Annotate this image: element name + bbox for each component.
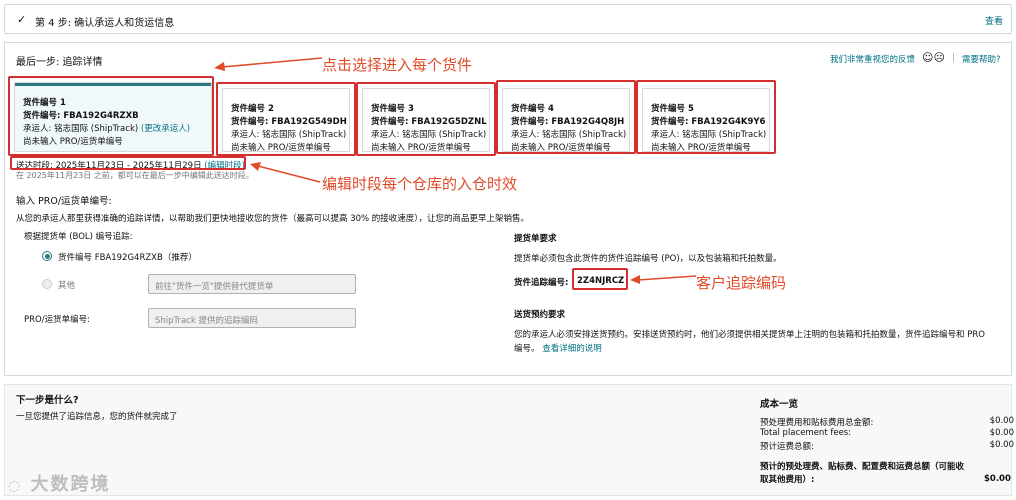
pro-number-input[interactable]: ShipTrack 提供的追踪编码 bbox=[148, 308, 356, 328]
appointment-heading: 送货预约要求 bbox=[514, 310, 566, 320]
annotation-box-card-5 bbox=[636, 80, 776, 154]
cost-total-value: $0.00 bbox=[984, 474, 1011, 484]
option-recommended-label: 货件编号 FBA192G4RZXB（推荐） bbox=[58, 253, 197, 263]
option-other-label: 其他 bbox=[58, 281, 76, 291]
other-bol-input[interactable]: 前往"货件一览"提供替代提货单 bbox=[148, 274, 356, 294]
delivery-note: 在 2025年11月23日 之前，都可以在最后一步中编辑此送达时段。 bbox=[16, 171, 254, 180]
annotation-box-card-1 bbox=[8, 76, 214, 156]
annotation-box-card-2 bbox=[216, 82, 356, 156]
instructions-link[interactable]: 查看详细的说明 bbox=[542, 344, 602, 354]
annotation-arrow-window bbox=[250, 162, 321, 183]
annotation-tracking-code: 客户追踪编码 bbox=[696, 274, 787, 292]
annotation-arrow-select bbox=[214, 57, 323, 71]
annotation-edit-window: 编辑时段每个仓库的入仓时效 bbox=[322, 175, 518, 193]
pro-label: PRO/运货单编号: bbox=[24, 315, 90, 325]
radio-other[interactable] bbox=[42, 279, 52, 289]
cost-row-shipping: 预计运费总额: $0.00 bbox=[760, 440, 1014, 452]
bol-requirements-text: 提货单必须包含此货件的货件追踪编号 (PO)，以及包装箱和托拍数量。 bbox=[514, 254, 782, 264]
watermark-logo-icon: ◌ bbox=[8, 478, 23, 494]
cost-total-label: 预计的预处理费、贴标费、配置费和运费总额（可能收取其他费用）: bbox=[760, 462, 965, 485]
help-link[interactable]: 需要帮助? bbox=[962, 53, 1001, 65]
next-heading: 下一步是什么? bbox=[16, 395, 79, 406]
watermark: ◌ 大数跨境 bbox=[8, 474, 111, 495]
cost-row-prep: 预处理费用和贴标费用总金额: $0.00 bbox=[760, 416, 1014, 428]
feedback-faces: ☺☹ bbox=[922, 51, 945, 64]
frown-face-icon[interactable]: ☹ bbox=[933, 51, 944, 64]
annotation-box-window bbox=[10, 156, 246, 170]
annotation-arrow-po bbox=[630, 275, 697, 284]
bol-requirements-heading: 提货单要求 bbox=[514, 234, 557, 244]
divider: | bbox=[952, 53, 956, 63]
feedback-link[interactable]: 我们非常重视您的反馈 bbox=[830, 53, 915, 65]
bol-label: 根据提货单 (BOL) 编号追踪: bbox=[24, 232, 133, 242]
next-text: 一旦您提供了追踪信息，您的货件就完成了 bbox=[16, 412, 178, 422]
annotation-box-card-4 bbox=[496, 80, 636, 154]
view-link[interactable]: 查看 bbox=[985, 14, 1003, 27]
radio-recommended[interactable] bbox=[42, 251, 52, 261]
appointment-text: 您的承运人必须安排送货预约。安排送货预约时，他们必须提供相关提货单上注明的包装箱… bbox=[514, 330, 985, 354]
annotation-box-card-3 bbox=[356, 82, 496, 156]
cost-heading: 成本一览 bbox=[760, 399, 799, 410]
smile-face-icon[interactable]: ☺ bbox=[922, 51, 933, 64]
tracking-heading: 输入 PRO/运货单编号: bbox=[16, 196, 112, 207]
step-4-header: ✓ 第 4 步: 确认承运人和货运信息 查看 bbox=[4, 4, 1012, 34]
section-subtitle: 最后一步: 追踪详情 bbox=[16, 57, 103, 68]
step-title: 第 4 步: 确认承运人和货运信息 bbox=[35, 18, 175, 29]
cost-row-placement: Total placement fees: $0.00 bbox=[760, 428, 1014, 438]
annotation-select-shipment: 点击选择进入每个货件 bbox=[322, 56, 473, 74]
tracking-description: 从您的承运人那里获得准确的追踪详情，以帮助我们更快地接收您的货件（最高可以提高 … bbox=[16, 214, 530, 224]
checkmark-icon: ✓ bbox=[17, 13, 27, 26]
annotation-box-po bbox=[572, 268, 628, 290]
po-label: 货件追踪编号: bbox=[514, 278, 569, 288]
